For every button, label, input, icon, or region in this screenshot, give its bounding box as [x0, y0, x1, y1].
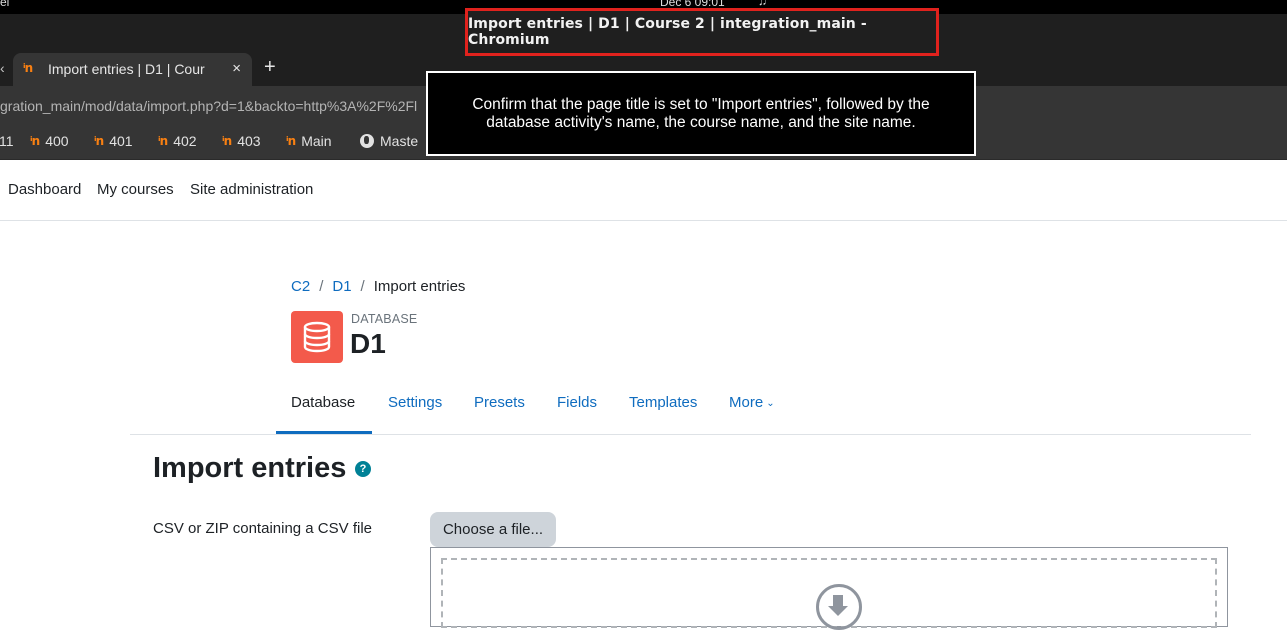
os-app-name: el — [0, 0, 10, 9]
bookmark-label: 11 — [0, 133, 14, 149]
breadcrumb-course[interactable]: C2 — [291, 278, 310, 295]
tooltip-text: Confirm that the page title is set to "I… — [472, 95, 930, 131]
bookmark-401[interactable]: ⁱn 401 — [94, 133, 133, 149]
page-title: Import entries — [153, 452, 347, 484]
tab-fields[interactable]: Fields — [557, 394, 597, 411]
moodle-icon: ⁱn — [30, 134, 40, 148]
nav-my-courses[interactable]: My courses — [97, 181, 174, 198]
bookmark-master[interactable]: Maste — [360, 133, 418, 149]
bookmark-402[interactable]: ⁱn 402 — [158, 133, 197, 149]
window-title: Import entries | D1 | Course 2 | integra… — [468, 16, 867, 48]
close-icon[interactable]: × — [232, 60, 241, 77]
activity-name: D1 — [350, 328, 386, 359]
tab-templates[interactable]: Templates — [629, 394, 697, 411]
breadcrumb-separator: / — [360, 278, 365, 295]
breadcrumb-activity[interactable]: D1 — [332, 278, 351, 295]
moodle-icon: ⁱn — [222, 134, 232, 148]
active-tab-indicator — [276, 431, 372, 434]
url-text[interactable]: gration_main/mod/data/import.php?d=1&bac… — [0, 98, 417, 114]
breadcrumb: C2 / D1 / Import entries — [291, 278, 465, 295]
new-tab-button[interactable]: + — [264, 56, 276, 79]
bookmark-400[interactable]: ⁱn 400 — [30, 133, 69, 149]
tab-title: Import entries | D1 | Cour — [48, 61, 205, 77]
instruction-tooltip: Confirm that the page title is set to "I… — [426, 71, 976, 156]
nav-site-administration[interactable]: Site administration — [190, 181, 313, 198]
bookmark-label: 401 — [109, 133, 133, 149]
breadcrumb-current: Import entries — [373, 278, 466, 295]
tab-more-label: More — [729, 394, 764, 411]
chevron-down-icon: ⌄ — [766, 398, 775, 409]
bookmark-label: 403 — [237, 133, 261, 149]
file-drop-zone[interactable] — [441, 558, 1217, 630]
choose-file-button[interactable]: Choose a file... — [430, 512, 556, 547]
bell-icon: ♫ — [758, 0, 767, 8]
previous-tab-edge[interactable]: ‹ — [0, 60, 5, 76]
moodle-icon: ⁱn — [286, 134, 296, 148]
tab-settings[interactable]: Settings — [388, 394, 442, 411]
activity-type-label: DATABASE — [351, 312, 418, 326]
tab-presets[interactable]: Presets — [474, 394, 525, 411]
moodle-icon: ⁱn — [94, 134, 104, 148]
bookmark-label: Main — [301, 133, 332, 149]
help-icon[interactable]: ? — [355, 461, 371, 477]
bookmark-403[interactable]: ⁱn 403 — [222, 133, 261, 149]
primary-navbar: Dashboard My courses Site administration — [0, 160, 1287, 221]
tab-more[interactable]: More ⌄ — [729, 394, 775, 411]
moodle-icon: ⁱn — [23, 61, 33, 75]
breadcrumb-separator: / — [319, 278, 324, 295]
window-title-highlight: Import entries | D1 | Course 2 | integra… — [465, 8, 939, 56]
bookmark-11[interactable]: 11 — [0, 133, 14, 149]
nav-dashboard[interactable]: Dashboard — [8, 181, 81, 198]
file-field-label: CSV or ZIP containing a CSV file — [153, 520, 372, 537]
active-tab[interactable]: ⁱn Import entries | D1 | Cour × — [13, 53, 252, 86]
bookmark-label: 402 — [173, 133, 197, 149]
download-arrow-icon — [816, 584, 862, 630]
database-icon — [291, 311, 343, 363]
bookmark-label: 400 — [45, 133, 69, 149]
bookmark-main[interactable]: ⁱn Main — [286, 133, 332, 149]
file-picker — [430, 547, 1228, 630]
tab-database[interactable]: Database — [291, 394, 355, 411]
secondary-navigation: Database Settings Presets Fields Templat… — [130, 380, 1251, 435]
moodle-icon: ⁱn — [158, 134, 168, 148]
bookmark-label: Maste — [380, 133, 419, 149]
globe-icon — [360, 134, 374, 148]
